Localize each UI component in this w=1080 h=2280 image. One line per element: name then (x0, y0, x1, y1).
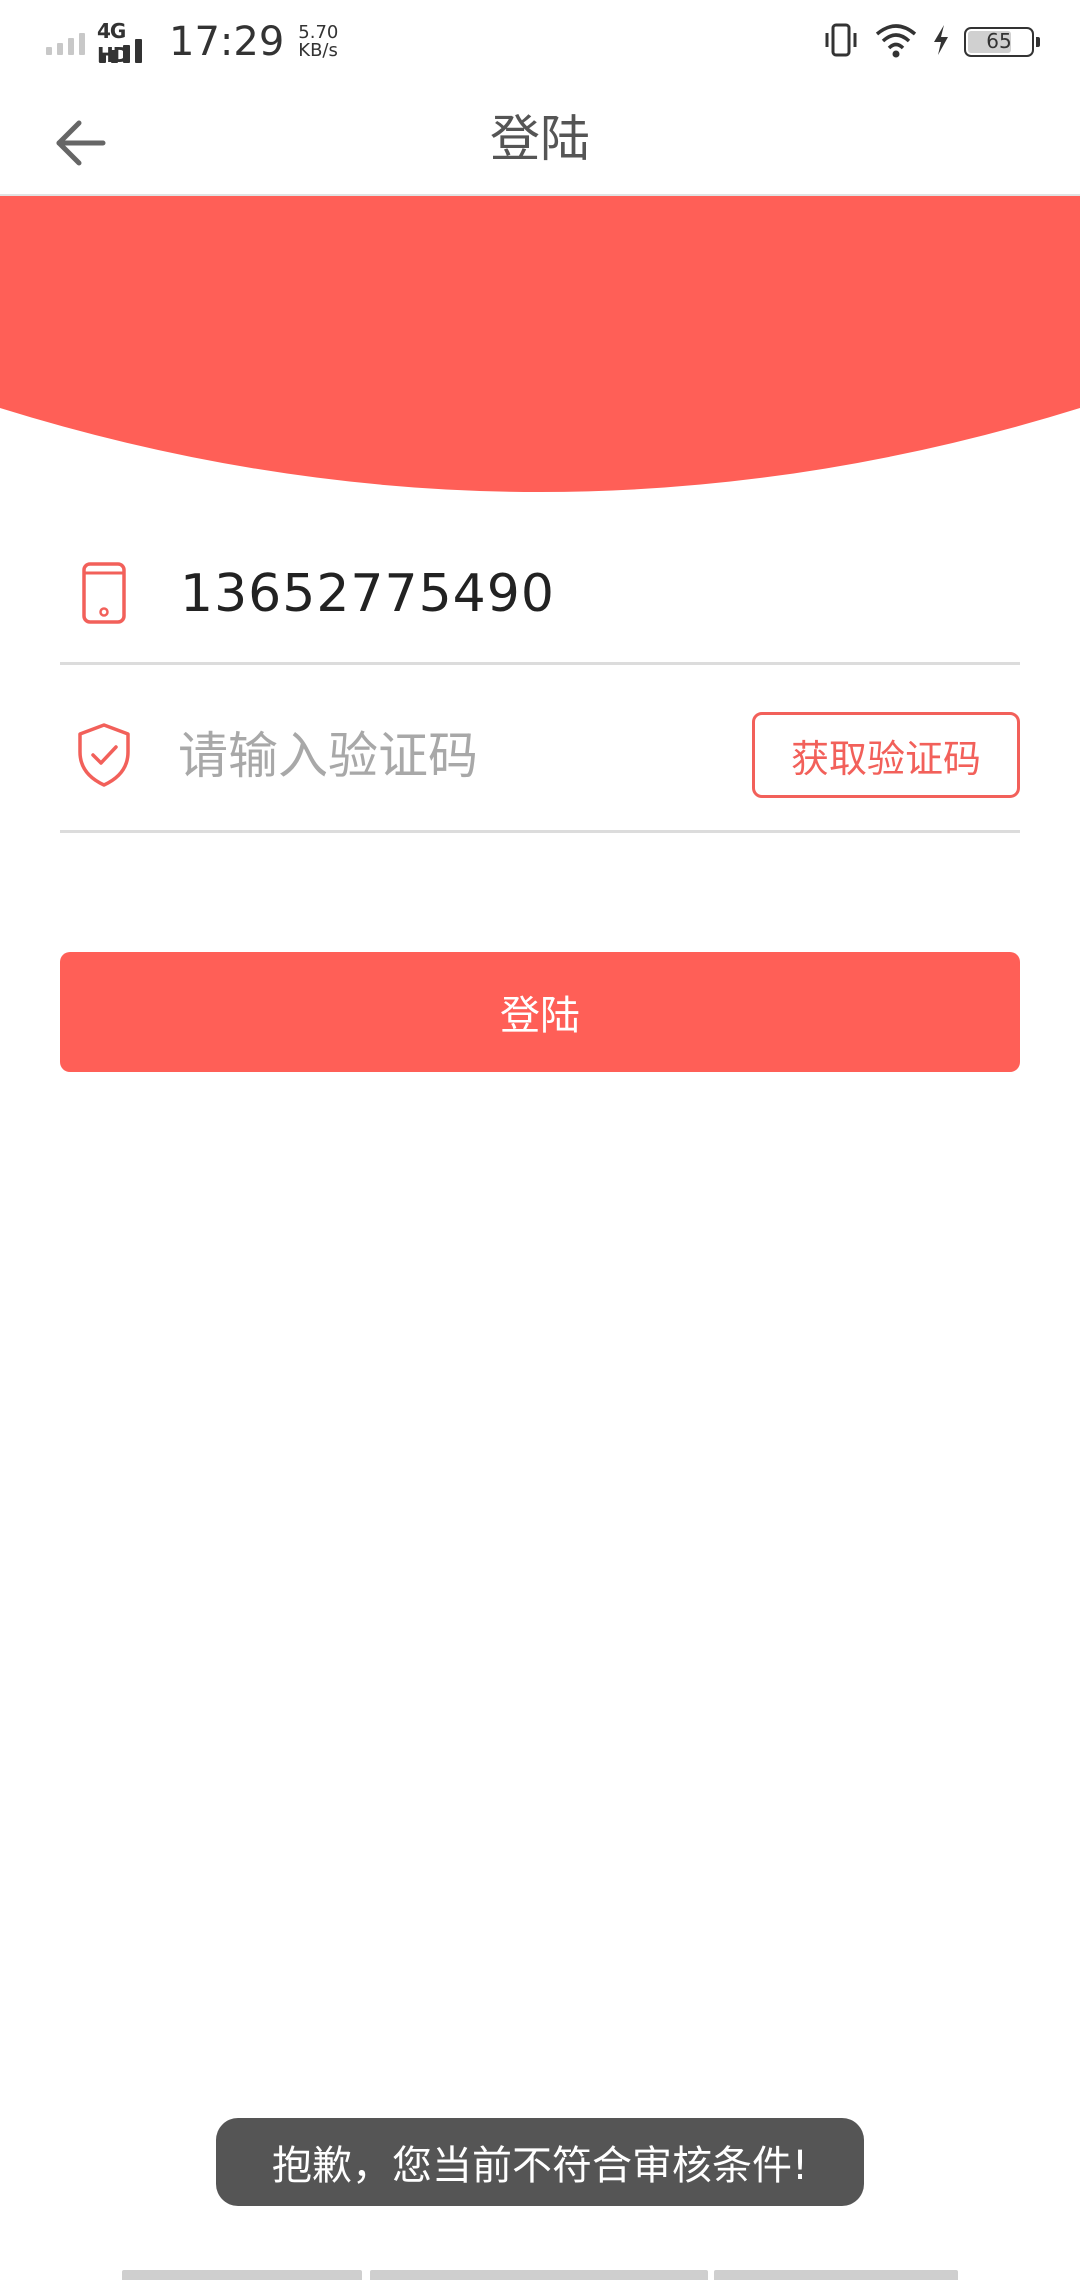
status-bar-right: 65 (822, 18, 1040, 66)
battery-icon: 65 (964, 27, 1040, 57)
login-button[interactable]: 登陆 (60, 952, 1020, 1072)
network-4g-icon: 4G HD (97, 19, 153, 67)
toast-message: 抱歉，您当前不符合审核条件! (216, 2118, 864, 2206)
get-code-button[interactable]: 获取验证码 (752, 712, 1020, 798)
network-speed: 5.70 KB/s (298, 24, 338, 60)
phone-number-field[interactable]: 13652775490 (180, 554, 555, 634)
network-speed-unit: KB/s (298, 40, 338, 61)
status-bar: 4G HD 17:29 5.70 KB/s (0, 0, 1080, 84)
status-time: 17:29 (169, 19, 285, 65)
signal-strength-icon (46, 29, 85, 55)
mobile-phone-icon (74, 558, 134, 628)
header-banner (0, 196, 1080, 496)
phone-row: 13652775490 (60, 540, 1020, 665)
nav-hint-bar-right (714, 2270, 958, 2280)
app-header: 登陆 (0, 84, 1080, 196)
verification-code-input[interactable] (178, 716, 678, 796)
battery-level: 65 (986, 29, 1012, 53)
wifi-icon (874, 22, 918, 62)
nav-hint-bar-left (122, 2270, 362, 2280)
nav-hint-bar-center (370, 2270, 708, 2280)
verification-code-row: 获取验证码 (60, 680, 1020, 833)
charging-bolt-icon (932, 24, 950, 60)
page-title: 登陆 (490, 110, 590, 168)
shield-check-icon (74, 720, 134, 790)
status-bar-left: 4G HD 17:29 5.70 KB/s (46, 14, 338, 70)
vibrate-icon (822, 21, 860, 63)
